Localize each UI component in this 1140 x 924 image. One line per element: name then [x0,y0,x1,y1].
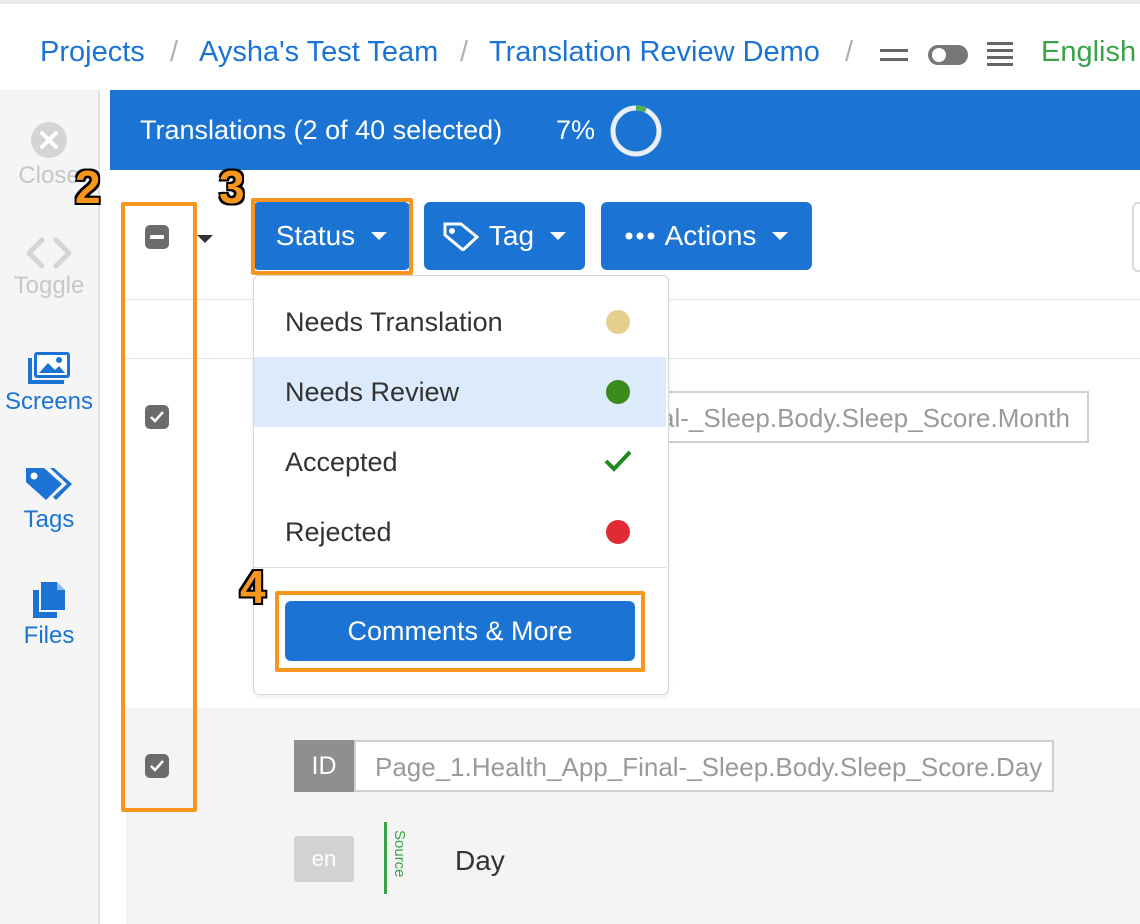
status-option-label: Needs Review [285,377,460,407]
language-code-badge: en [294,836,354,882]
status-option-label: Accepted [285,447,398,477]
close-circle-icon [31,122,67,158]
breadcrumb: Projects / Aysha's Test Team / Translati… [0,22,1140,86]
view-compact-icon[interactable] [879,46,909,66]
breadcrumb-team[interactable]: Aysha's Test Team [199,36,438,69]
id-badge: ID [294,740,354,792]
string-id-field[interactable]: al-_Sleep.Body.Sleep_Score.Month [640,391,1089,443]
breadcrumb-separator: / [845,36,854,68]
sidebar-item-files[interactable]: Files [0,580,98,650]
check-icon [604,450,632,472]
string-id-value: al-_Sleep.Body.Sleep_Score.Month [660,403,1070,433]
progress-percent: 7% [556,115,596,145]
breadcrumb-separator: / [170,36,179,68]
breadcrumb-separator: / [460,36,469,68]
sidebar: Close Toggle Screens Tags Files [0,90,100,924]
sidebar-item-label: Tags [23,506,75,533]
sidebar-item-label: Screens [4,388,94,415]
string-id-value: Page_1.Health_App_Final-_Sleep.Body.Slee… [375,752,1043,782]
callout-box-checkboxes [121,202,197,812]
search-box-edge[interactable] [1132,202,1140,272]
progress-ring [610,105,662,157]
status-option-rejected[interactable]: Rejected [254,497,666,567]
callout-box-comments [275,591,645,672]
source-label: Source [391,830,408,878]
actions-button[interactable]: Actions [601,202,812,270]
status-option-label: Needs Translation [285,307,503,337]
status-option-label: Rejected [285,517,392,547]
list-view-icon[interactable] [987,40,1013,68]
status-option-needs-review[interactable]: Needs Review [254,357,666,427]
actions-button-label: Actions [664,220,757,251]
source-text: Day [455,845,505,876]
status-dot-icon [606,520,630,544]
tag-button[interactable]: Tag [424,202,585,270]
tags-icon [26,468,72,500]
callout-number: 3 [219,161,245,213]
code-brackets-icon [26,237,72,269]
status-option-needs-translation[interactable]: Needs Translation [254,287,666,357]
language-selector[interactable]: English [1041,36,1136,69]
breadcrumb-project[interactable]: Translation Review Demo [489,36,820,69]
callout-box-status [251,198,413,275]
callout-number: 4 [240,561,266,613]
status-dot-icon [606,310,630,334]
callout-number: 2 [75,161,101,213]
top-border [0,0,1140,4]
chevron-down-icon [550,232,567,240]
source-indicator-bar [384,822,387,894]
translations-title: Translations (2 of 40 selected) [140,115,503,145]
string-id-field[interactable]: Page_1.Health_App_Final-_Sleep.Body.Slee… [354,740,1054,792]
toggle-switch-icon[interactable] [927,43,969,67]
images-icon [28,352,70,384]
sidebar-item-label: Toggle [13,272,85,299]
tag-button-label: Tag [488,220,535,251]
select-dropdown-caret-icon[interactable] [197,235,213,243]
files-icon [33,582,65,618]
ellipsis-icon [625,232,655,240]
status-dot-icon [606,380,630,404]
sidebar-item-toggle[interactable]: Toggle [0,236,98,300]
sidebar-item-tags[interactable]: Tags [0,464,98,534]
status-option-accepted[interactable]: Accepted [254,427,666,497]
sidebar-item-screens[interactable]: Screens [0,350,98,416]
translations-header: Translations (2 of 40 selected) 7% [110,90,1140,170]
breadcrumb-projects[interactable]: Projects [40,36,145,69]
sidebar-item-label: Files [23,622,75,649]
tag-icon [443,222,479,251]
menu-divider [254,567,666,568]
chevron-down-icon [772,232,789,240]
